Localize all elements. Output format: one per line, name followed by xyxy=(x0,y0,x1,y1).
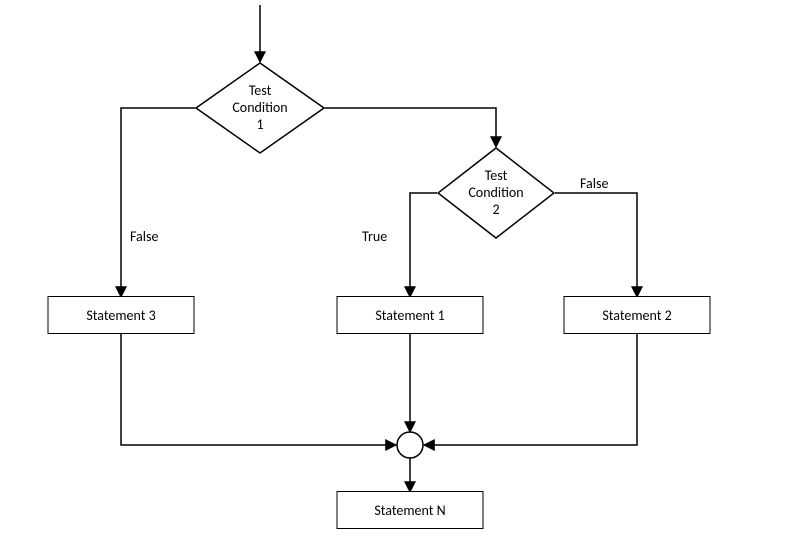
cond2-line3: 2 xyxy=(492,200,499,217)
arrow-c1-s3 xyxy=(121,108,195,297)
cond1-line1: Test xyxy=(249,82,272,99)
arrow-s3-junction xyxy=(121,333,396,445)
decision-condition-2: Test Condition 2 xyxy=(437,147,555,239)
cond1-line2: Condition xyxy=(232,99,287,116)
cond1-line3: 1 xyxy=(256,115,263,132)
process-statement-3-label: Statement 3 xyxy=(86,307,155,324)
edge-label-false-left: False xyxy=(130,228,158,245)
process-statement-n: Statement N xyxy=(337,491,484,529)
process-statement-1: Statement 1 xyxy=(337,296,484,334)
process-statement-2: Statement 2 xyxy=(564,296,711,334)
edge-label-false-right: False xyxy=(580,175,608,192)
arrow-c1-c2 xyxy=(325,108,496,147)
arrow-c2-s2 xyxy=(555,193,637,297)
decision-condition-1: Test Condition 1 xyxy=(195,62,325,154)
decision-condition-2-label: Test Condition 2 xyxy=(468,168,523,218)
edge-label-true: True xyxy=(362,228,387,245)
arrow-c2-s1 xyxy=(410,193,437,297)
flowchart-canvas: Test Condition 1 Test Condition 2 Statem… xyxy=(0,0,786,550)
process-statement-n-label: Statement N xyxy=(374,502,445,519)
junction-circle xyxy=(397,432,423,458)
cond2-line2: Condition xyxy=(468,184,523,201)
connector-layer xyxy=(0,0,786,550)
cond2-line1: Test xyxy=(485,167,508,184)
decision-condition-1-label: Test Condition 1 xyxy=(232,83,287,133)
process-statement-1-label: Statement 1 xyxy=(375,307,444,324)
process-statement-3: Statement 3 xyxy=(48,296,195,334)
process-statement-2-label: Statement 2 xyxy=(602,307,671,324)
arrow-s2-junction xyxy=(424,333,637,445)
